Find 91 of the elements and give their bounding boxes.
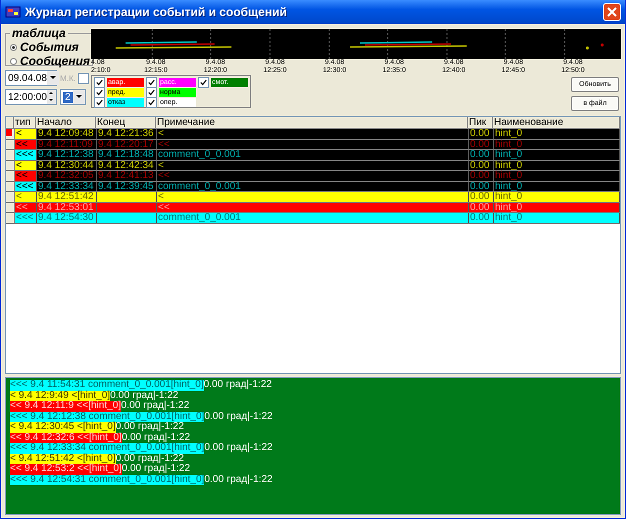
table-row[interactable]: << 9.4 12:32:05 9.4 12:41:13 << 0.00 hint_0 [6, 171, 620, 182]
log-entry: <<< 9.4 12:54:31 comment_0_0.001[hint_0] [10, 474, 204, 485]
table-cell: comment_0_0.001 [157, 213, 469, 222]
table-cell: 9.4 12:09:48 [37, 129, 97, 138]
table-cell: 0.00 [469, 202, 494, 212]
window-title: Журнал регистрации событий и сообщений [25, 5, 288, 19]
row-selector[interactable] [6, 213, 15, 222]
table-row[interactable]: <<< 9.4 12:54:30 comment_0_0.001 0.00 hint_0 [6, 213, 620, 224]
row-selector[interactable] [6, 150, 15, 160]
log-entry: <<< 9.4 11:54:31 comment_0_0.001[hint_0] [10, 380, 204, 390]
table-cell: hint_0 [494, 213, 620, 222]
log-value: 0.00 град|-1:22 [110, 390, 178, 400]
log-value: 0.00 град|-1:22 [122, 432, 190, 442]
row-selector[interactable] [6, 192, 15, 202]
group-title: таблица [11, 26, 67, 40]
table-cell: hint_0 [494, 202, 620, 212]
row-selector[interactable] [6, 171, 15, 180]
close-button[interactable] [603, 3, 621, 21]
table-cell: 0.00 [469, 213, 494, 222]
table-cell: << [15, 171, 37, 180]
table-cell: hint_0 [494, 192, 620, 202]
table-row[interactable]: < 9.4 12:51:42 < 0.00 hint_0 [6, 192, 620, 202]
table-cell: hint_0 [494, 150, 620, 160]
log-entry: << 9.4 12:32:6 <<[hint_0] [10, 432, 122, 443]
date-dropdown[interactable]: 09.04.08 [5, 70, 57, 86]
table-row[interactable]: << 9.4 12:11:09 9.4 12:20:17 << 0.00 hint_0 [6, 140, 620, 150]
log-value: 0.00 град|-1:22 [204, 412, 273, 422]
table-cell: 0.00 [469, 140, 494, 149]
log-value: 0.00 град|-1:22 [204, 443, 273, 454]
table-cell: 9.4 12:12:38 [37, 150, 97, 160]
table-cell: << [157, 171, 469, 180]
table-cell: 0.00 [469, 182, 494, 191]
table-cell: hint_0 [494, 140, 620, 149]
table-cell: hint_0 [494, 160, 620, 170]
table-cell: hint_0 [494, 182, 620, 191]
log-value: 0.00 град|-1:22 [116, 454, 184, 464]
table-row[interactable]: < 9.4 12:09:48 9.4 12:21:36 < 0.00 hint_0 [6, 129, 620, 140]
table-row[interactable]: <<< 9.4 12:12:38 9.4 12:18:48 comment_0_0.001 0.00 hint_0 [6, 150, 620, 160]
row-selector[interactable] [6, 129, 15, 138]
table-cell: 9.4 12:41:13 [98, 170, 154, 181]
log-value: 0.00 град|-1:22 [116, 422, 184, 432]
table-cell: 9.4 12:30:44 [37, 160, 97, 170]
table-cell: 0.00 [469, 160, 494, 170]
table-cell: < [157, 129, 469, 138]
table-cell: < [15, 192, 37, 202]
table-cell: comment_0_0.001 [157, 150, 469, 160]
table-cell: comment_0_0.001 [157, 182, 469, 191]
table-cell: 9.4 12:18:48 [98, 149, 154, 160]
log-entry: <<< 9.4 12:12:38 comment_0_0.001[hint_0] [10, 412, 204, 422]
table-cell: 9.4 12:21:36 [98, 128, 154, 139]
table-cell: 9.4 12:32:05 [37, 171, 97, 180]
table-cell: 0.00 [469, 150, 494, 160]
table-cell: 0.00 [469, 129, 494, 138]
app-icon [5, 4, 21, 20]
table-cell: < [157, 160, 469, 170]
table-row[interactable]: < 9.4 12:30:44 9.4 12:42:34 < 0.00 hint_0 [6, 160, 620, 171]
table-cell: 9.4 12:42:34 [98, 160, 154, 170]
log-entry: <<< 9.4 12:33:34 comment_0_0.001[hint_0] [10, 443, 204, 454]
log-value: 0.00 град|-1:22 [204, 474, 273, 485]
table-cell: <<< [15, 150, 37, 160]
table-cell: 9.4 12:33:34 [37, 182, 97, 191]
log-value: 0.00 град|-1:22 [121, 401, 190, 412]
table-cell: <<< [15, 213, 37, 222]
table-cell: hint_0 [494, 129, 620, 138]
table-cell: 9.4 12:11:09 [37, 140, 97, 149]
table-row[interactable]: <<< 9.4 12:33:34 9.4 12:39:45 comment_0_0.001 0.00 hint_0 [6, 182, 620, 192]
time-spinner[interactable]: 12:00:00 [5, 89, 57, 105]
table-cell: << [157, 140, 469, 149]
table-cell: < [157, 192, 469, 202]
log-entry: << 9.4 12:11:9 <<[hint_0] [10, 401, 122, 412]
table-cell: 9.4 12:53:01 [37, 202, 97, 212]
table-cell: 9.4 12:39:45 [98, 180, 154, 192]
table-cell: << [157, 202, 469, 212]
checkmark-icon [200, 78, 207, 86]
table-cell: 9.4 12:20:17 [98, 138, 154, 150]
count-dropdown[interactable]: 2 [60, 89, 86, 105]
table-cell: hint_0 [494, 171, 620, 180]
table-cell: 0.00 [469, 192, 494, 202]
table-cell: 9.4 12:51:42 [37, 192, 97, 202]
log-value: 0.00 град|-1:22 [204, 380, 272, 390]
log-value: 0.00 град|-1:22 [122, 464, 190, 474]
log-entry: < 9.4 12:30:45 <[hint_0] [10, 422, 116, 432]
log-entry: < 9.4 12:9:49 <[hint_0] [10, 390, 110, 401]
log-entry: < 9.4 12:51:42 <[hint_0] [10, 454, 116, 464]
radio-option[interactable]: Сообщения [10, 54, 90, 68]
table-cell: 0.00 [469, 171, 494, 180]
close-icon [607, 7, 617, 17]
radio-option[interactable]: События [10, 40, 90, 54]
table-cell: < [15, 129, 37, 138]
log-entry: << 9.4 12:53:2 <<[hint_0] [10, 464, 122, 474]
table-cell: 9.4 12:54:30 [37, 213, 97, 222]
